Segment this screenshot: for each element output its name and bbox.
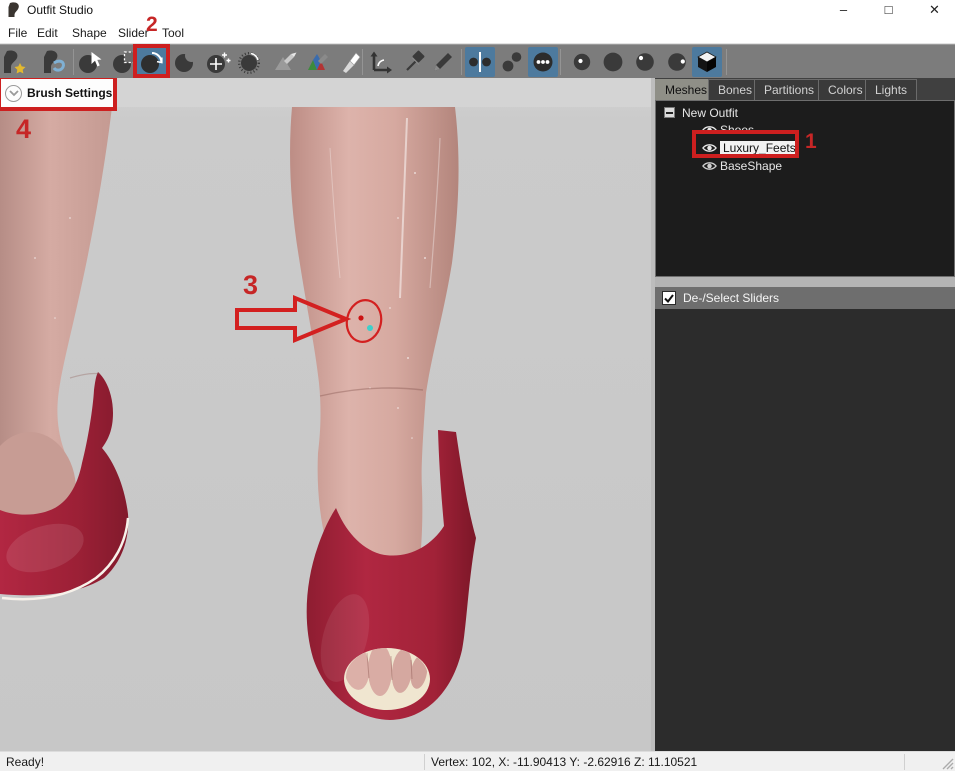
status-vertex-info: Vertex: 102, X: -11.90413 Y: -2.62916 Z:… (431, 755, 697, 769)
load-project-icon (2, 49, 28, 75)
color-brush-icon (305, 49, 331, 75)
transform-tool-button[interactable] (365, 47, 395, 77)
view-back-button[interactable] (598, 47, 628, 77)
select-tool-button[interactable] (76, 47, 106, 77)
window-title: Outfit Studio (27, 3, 93, 17)
mirror-icon (467, 49, 493, 75)
cube-icon (694, 49, 720, 75)
status-message: Ready! (6, 755, 44, 769)
collapse-icon[interactable] (664, 107, 675, 118)
mask-brush-button[interactable] (110, 47, 140, 77)
pin-tool-button[interactable] (400, 47, 430, 77)
transform-tool-icon (367, 49, 393, 75)
weight-brush-icon (272, 49, 298, 75)
save-project-button[interactable] (40, 47, 70, 77)
circle-plain-icon (600, 49, 626, 75)
deflate-brush-icon (172, 49, 198, 75)
status-separator (424, 754, 425, 770)
tab-lights[interactable]: Lights (865, 79, 917, 100)
viewport-3d-scene (0, 78, 652, 751)
move-brush-icon (205, 49, 231, 75)
tree-item-label: Shoes (720, 123, 754, 137)
color-brush-button[interactable] (303, 47, 333, 77)
resize-grip[interactable] (941, 757, 954, 770)
mesh-tree-panel: New Outfit Shoes Luxury_Feets BaseShape (655, 100, 955, 277)
deselect-sliders-checkbox[interactable] (662, 291, 676, 305)
menu-slider[interactable]: Slider (114, 24, 153, 42)
minimize-button[interactable]: – (821, 0, 866, 20)
toolbar-separator (560, 49, 561, 75)
sliders-panel (655, 309, 955, 751)
connected-vertices-icon (499, 49, 525, 75)
maximize-button[interactable]: □ (866, 0, 911, 20)
close-button[interactable]: ✕ (912, 0, 955, 20)
brush-settings-header[interactable]: Brush Settings (0, 78, 115, 108)
toolbar-separator (461, 49, 462, 75)
deselect-sliders-label: De-/Select Sliders (683, 291, 779, 305)
smooth-brush-icon (237, 49, 263, 75)
global-brush-collision-button[interactable] (528, 47, 558, 77)
deselect-sliders-header[interactable]: De-/Select Sliders (655, 287, 955, 309)
menu-bar: File Edit Shape Slider Tool (0, 20, 955, 44)
outfit-studio-window: Outfit Studio – □ ✕ File Edit Shape Slid… (0, 0, 955, 771)
perspective-toggle-button[interactable] (692, 47, 722, 77)
mask-brush-icon (112, 49, 138, 75)
tree-item-new-outfit[interactable]: New Outfit (664, 104, 738, 121)
move-brush-button[interactable] (203, 47, 233, 77)
eye-icon[interactable] (702, 160, 717, 172)
alpha-brush-button[interactable] (335, 47, 365, 77)
tab-partitions[interactable]: Partitions (754, 79, 824, 100)
circle-dot-right-icon (664, 49, 690, 75)
tree-item-label: BaseShape (720, 159, 782, 173)
chevron-down-icon (5, 85, 22, 102)
menu-tool[interactable]: Tool (158, 24, 188, 42)
app-icon (7, 2, 23, 18)
edit-vertex-tool-button[interactable] (428, 47, 458, 77)
select-tool-icon (78, 49, 104, 75)
toolbar-separator (362, 49, 363, 75)
eye-icon[interactable] (702, 142, 717, 154)
load-project-button[interactable] (0, 47, 30, 77)
panel-gap (655, 277, 955, 287)
deflate-brush-button[interactable] (170, 47, 200, 77)
toolbar: Field of View: 65 (0, 44, 955, 78)
title-bar[interactable]: Outfit Studio – □ ✕ (0, 0, 955, 20)
tree-item-shoes[interactable]: Shoes (702, 121, 754, 138)
toolbar-separator (73, 49, 74, 75)
pencil-icon (430, 49, 456, 75)
menu-shape[interactable]: Shape (68, 24, 111, 42)
save-project-icon (42, 49, 68, 75)
connected-only-toggle-button[interactable] (497, 47, 527, 77)
circle-dot-center-icon (569, 49, 595, 75)
alpha-brush-icon (337, 49, 363, 75)
mesh-panel-tabs: Meshes Bones Partitions Colors Lights (655, 78, 955, 100)
view-left-button[interactable] (630, 47, 660, 77)
tree-item-luxury-feets[interactable]: Luxury_Feets (702, 139, 799, 156)
smooth-brush-button[interactable] (235, 47, 265, 77)
vertex-marker-cyan (367, 325, 373, 331)
view-front-button[interactable] (567, 47, 597, 77)
inflate-brush-button[interactable] (137, 47, 167, 77)
circle-dot-topleft-icon (632, 49, 658, 75)
tree-item-label: New Outfit (682, 106, 738, 120)
brush-settings-label: Brush Settings (27, 86, 112, 100)
menu-file[interactable]: File (4, 24, 31, 42)
inflate-brush-icon (139, 49, 165, 75)
weight-brush-button[interactable] (270, 47, 300, 77)
status-separator (904, 754, 905, 770)
toolbar-separator (726, 49, 727, 75)
menu-edit[interactable]: Edit (33, 24, 62, 42)
tree-item-label-selected: Luxury_Feets (720, 141, 799, 155)
mirror-toggle-button[interactable] (465, 47, 495, 77)
viewport-3d[interactable]: Brush Settings 4 3 (0, 78, 652, 751)
status-bar: Ready! Vertex: 102, X: -11.90413 Y: -2.6… (0, 751, 955, 771)
eye-icon[interactable] (702, 124, 717, 136)
three-dots-icon (530, 49, 556, 75)
tree-item-baseshape[interactable]: BaseShape (702, 157, 782, 174)
pin-icon (402, 49, 428, 75)
view-right-button[interactable] (662, 47, 692, 77)
vertex-marker-red (358, 315, 363, 320)
